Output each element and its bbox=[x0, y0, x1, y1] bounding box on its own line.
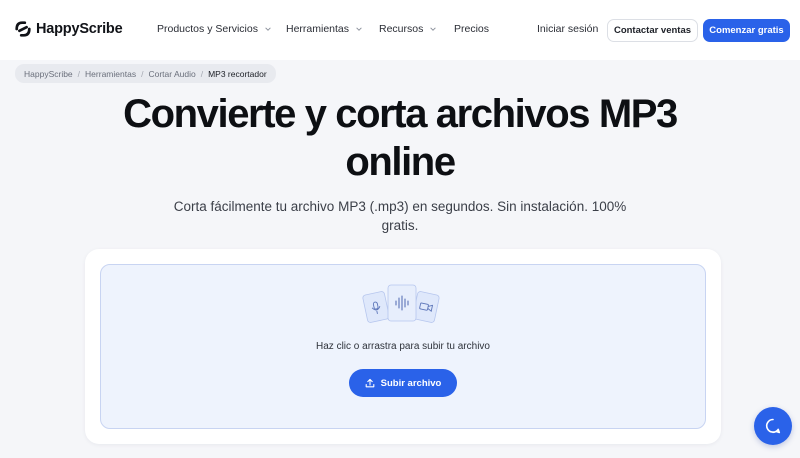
chevron-down-icon bbox=[356, 27, 362, 31]
nav-label: Productos y Servicios bbox=[157, 23, 258, 35]
breadcrumb-current: MP3 recortador bbox=[208, 68, 267, 79]
upload-file-button[interactable]: Subir archivo bbox=[349, 369, 457, 397]
login-link[interactable]: Iniciar sesión bbox=[537, 23, 598, 35]
nav-productos-servicios[interactable]: Productos y Servicios bbox=[157, 23, 272, 35]
brand-name: HappyScribe bbox=[36, 21, 123, 37]
nav-herramientas[interactable]: Herramientas bbox=[286, 23, 363, 35]
chevron-down-icon bbox=[265, 27, 271, 31]
chat-support-icon bbox=[765, 418, 781, 434]
breadcrumb-item-home[interactable]: HappyScribe bbox=[24, 69, 73, 79]
nav-recursos[interactable]: Recursos bbox=[379, 23, 437, 35]
breadcrumb-item-cut-audio[interactable]: Cortar Audio bbox=[148, 69, 195, 79]
chat-support-button[interactable] bbox=[754, 407, 792, 445]
breadcrumb: HappyScribe / Herramientas / Cortar Audi… bbox=[15, 64, 276, 83]
start-free-button[interactable]: Comenzar gratis bbox=[703, 19, 790, 42]
microphone-file-icon bbox=[362, 291, 390, 323]
page-title-line1: Convierte y corta archivos MP3 bbox=[123, 92, 678, 136]
site-header: HappyScribe Productos y Servicios Herram… bbox=[0, 0, 800, 60]
nav-label: Recursos bbox=[379, 23, 424, 35]
contact-sales-button[interactable]: Contactar ventas bbox=[607, 19, 698, 42]
page-title: Convierte y corta archivos MP3 online bbox=[60, 90, 740, 186]
audio-waveform-file-icon bbox=[387, 284, 417, 322]
page-title-line2: online bbox=[345, 140, 456, 184]
breadcrumb-separator: / bbox=[141, 68, 144, 79]
breadcrumb-separator: / bbox=[200, 68, 204, 79]
nav-precios[interactable]: Precios bbox=[454, 23, 489, 35]
upload-prompt: Haz clic o arrastra para subir tu archiv… bbox=[316, 341, 490, 352]
upload-icon bbox=[365, 378, 374, 388]
chevron-down-icon bbox=[430, 27, 437, 31]
happyscribe-logo[interactable]: HappyScribe bbox=[14, 20, 123, 38]
breadcrumb-separator: / bbox=[77, 68, 81, 79]
video-file-icon bbox=[412, 291, 440, 323]
login-label: Iniciar sesión bbox=[537, 23, 599, 35]
upload-button-label: Subir archivo bbox=[380, 377, 442, 389]
breadcrumb-item-tools[interactable]: Herramientas bbox=[85, 69, 136, 79]
nav-label: Herramientas bbox=[286, 23, 350, 35]
file-types-illustration bbox=[362, 284, 440, 323]
nav-label: Precios bbox=[454, 23, 490, 35]
page-subtitle: Corta fácilmente tu archivo MP3 (.mp3) e… bbox=[173, 199, 627, 233]
happyscribe-logo-icon bbox=[15, 21, 31, 37]
